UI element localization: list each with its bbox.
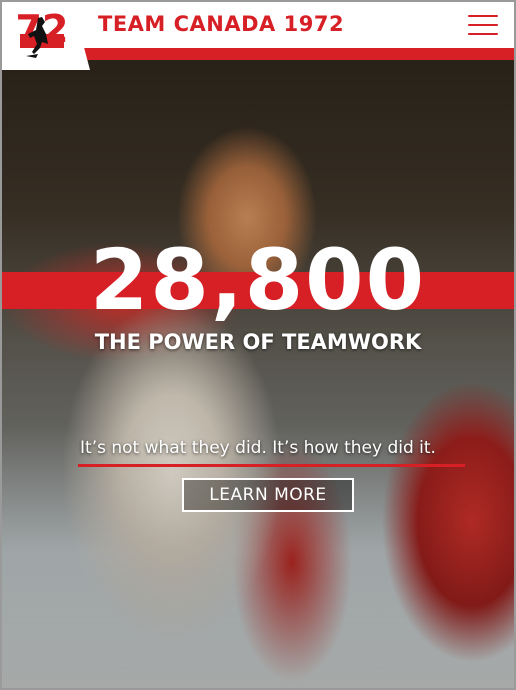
team-canada-72-logo: 72 [16,8,68,58]
site-title[interactable]: TEAM CANADA 1972 [98,12,344,36]
page-frame: 72 TEAM CANADA 1972 28,800 THE POWER OF … [0,0,516,690]
hero-tagline: It’s not what they did. It’s how they di… [80,438,436,458]
site-header: 72 TEAM CANADA 1972 [2,2,514,70]
learn-more-button[interactable]: LEARN MORE [182,478,354,512]
hero-subtitle: THE POWER OF TEAMWORK [94,330,422,354]
headline-number: 28,800 [89,231,427,329]
tagline-underline [78,464,465,467]
hamburger-menu-icon[interactable] [468,15,498,37]
